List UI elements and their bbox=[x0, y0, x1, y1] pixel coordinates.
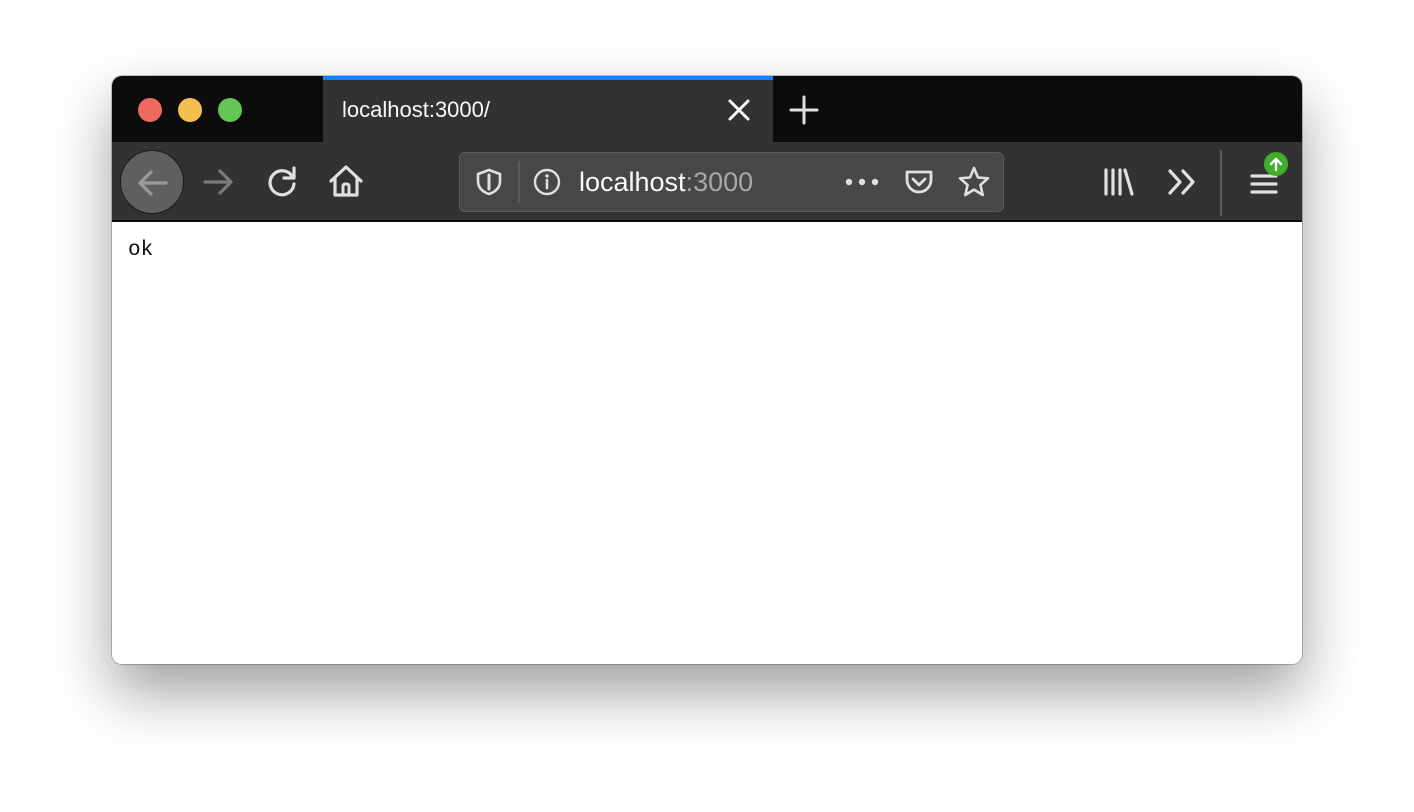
url-bar-divider bbox=[518, 161, 520, 203]
close-window-button[interactable] bbox=[138, 98, 162, 122]
reload-icon[interactable] bbox=[264, 164, 300, 200]
zoom-window-button[interactable] bbox=[218, 98, 242, 122]
minimize-window-button[interactable] bbox=[178, 98, 202, 122]
update-badge[interactable] bbox=[1264, 152, 1288, 176]
url-bar[interactable]: localhost:3000 bbox=[459, 152, 1004, 212]
arrow-left-icon bbox=[138, 170, 168, 196]
url-text[interactable]: localhost:3000 bbox=[579, 167, 753, 198]
tab-title: localhost:3000/ bbox=[342, 97, 490, 122]
toolbar-divider bbox=[1220, 150, 1222, 216]
url-port: :3000 bbox=[685, 167, 754, 197]
close-icon[interactable] bbox=[723, 94, 755, 126]
ellipsis-icon[interactable] bbox=[844, 169, 880, 195]
navigation-toolbar: localhost:3000 bbox=[112, 142, 1302, 222]
plus-icon[interactable] bbox=[786, 92, 822, 128]
page-content: ok bbox=[112, 223, 1302, 664]
url-host: localhost bbox=[579, 167, 686, 197]
library-icon[interactable] bbox=[1100, 164, 1136, 200]
tab-strip: localhost:3000/ bbox=[112, 76, 1302, 142]
arrow-up-icon bbox=[1269, 157, 1283, 172]
tab-active-indicator bbox=[323, 76, 773, 80]
back-button[interactable] bbox=[120, 150, 184, 214]
star-icon[interactable] bbox=[956, 164, 992, 200]
info-icon[interactable] bbox=[532, 167, 562, 197]
screen: localhost:3000/ localhost:3000 ok bbox=[0, 0, 1414, 812]
shield-icon[interactable] bbox=[474, 167, 504, 197]
tab-active[interactable]: localhost:3000/ bbox=[323, 76, 773, 142]
browser-window: localhost:3000/ localhost:3000 ok bbox=[112, 76, 1302, 664]
pocket-icon[interactable] bbox=[902, 165, 936, 199]
page-body-text: ok bbox=[128, 239, 154, 262]
double-chevron-icon[interactable] bbox=[1164, 164, 1200, 200]
home-icon[interactable] bbox=[327, 162, 365, 200]
arrow-right-icon[interactable] bbox=[200, 164, 236, 200]
